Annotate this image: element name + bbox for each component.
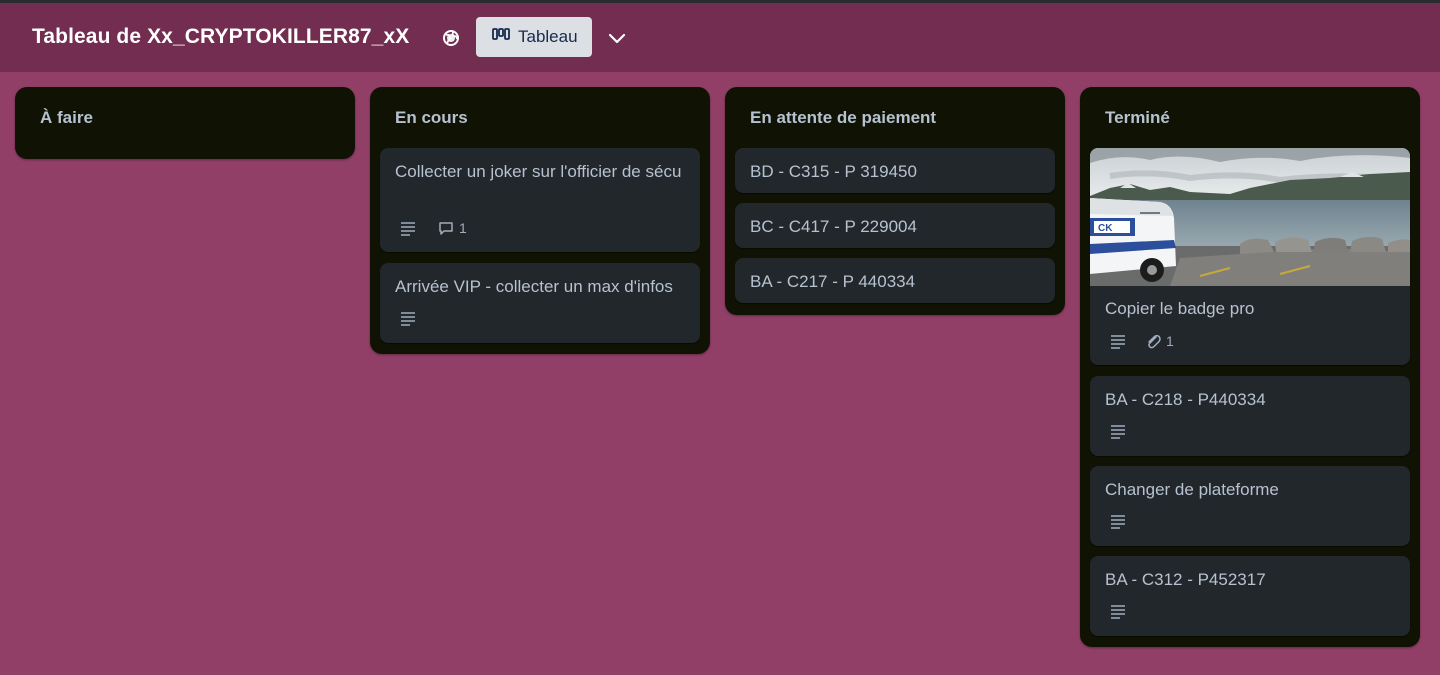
card-collecter-joker[interactable]: Collecter un joker sur l'officier de séc… (380, 148, 700, 252)
card-title: Changer de plateforme (1105, 480, 1279, 499)
card-copier-badge[interactable]: CK Copier le badge pro 1 (1090, 148, 1410, 365)
card-title: Collecter un joker sur l'officier de séc… (395, 162, 682, 181)
description-icon (401, 222, 415, 236)
comment-icon (439, 222, 453, 235)
card-title: BA - C218 - P440334 (1105, 390, 1266, 409)
card-title: BA - C217 - P 440334 (750, 272, 916, 291)
card-ba-c218[interactable]: BA - C218 - P440334 (1090, 376, 1410, 456)
card-title: Arrivée VIP - collecter un max d'infos (395, 277, 673, 296)
list-en-cours[interactable]: En cours Collecter un joker sur l'offici… (370, 87, 710, 354)
board-icon (492, 28, 510, 40)
list-title[interactable]: En attente de paiement (750, 108, 936, 128)
card-title: BC - C417 - P 229004 (750, 217, 917, 236)
comment-count: 1 (459, 220, 467, 236)
description-icon (1111, 335, 1125, 349)
list-a-faire[interactable]: À faire (15, 87, 355, 159)
list-title[interactable]: À faire (40, 108, 93, 128)
card-ba-c217[interactable]: BA - C217 - P 440334 (735, 258, 1055, 303)
description-icon (401, 312, 415, 326)
view-switcher-button[interactable]: Tableau (476, 17, 592, 57)
list-title[interactable]: En cours (395, 108, 468, 128)
card-cover-image: CK (1090, 148, 1410, 286)
card-bd-c315[interactable]: BD - C315 - P 319450 (735, 148, 1055, 193)
card-changer-plateforme[interactable]: Changer de plateforme (1090, 466, 1410, 546)
attachment-icon (1148, 334, 1161, 349)
card-title: Copier le badge pro (1105, 299, 1255, 318)
view-switcher-label: Tableau (518, 27, 578, 46)
card-arrivee-vip[interactable]: Arrivée VIP - collecter un max d'infos (380, 263, 700, 343)
description-icon (1111, 515, 1125, 529)
description-icon (1111, 605, 1125, 619)
globe-icon[interactable] (441, 28, 461, 48)
card-ba-c312[interactable]: BA - C312 - P452317 (1090, 556, 1410, 636)
attachment-count: 1 (1166, 333, 1174, 349)
svg-text:CK: CK (1098, 223, 1113, 234)
list-en-attente-de-paiement[interactable]: En attente de paiement BD - C315 - P 319… (725, 87, 1065, 315)
card-title: BD - C315 - P 319450 (750, 162, 917, 181)
board-title[interactable]: Tableau de Xx_CRYPTOKILLER87_xX (32, 25, 409, 49)
description-icon (1111, 425, 1125, 439)
list-title[interactable]: Terminé (1105, 108, 1170, 128)
chevron-down-icon[interactable] (605, 28, 629, 48)
card-title: BA - C312 - P452317 (1105, 570, 1266, 589)
card-bc-c417[interactable]: BC - C417 - P 229004 (735, 203, 1055, 248)
list-termine[interactable]: Terminé CK Copier le badge pro 1 BA - C2… (1080, 87, 1420, 647)
board-header: Tableau de Xx_CRYPTOKILLER87_xX Tableau (0, 3, 1440, 72)
